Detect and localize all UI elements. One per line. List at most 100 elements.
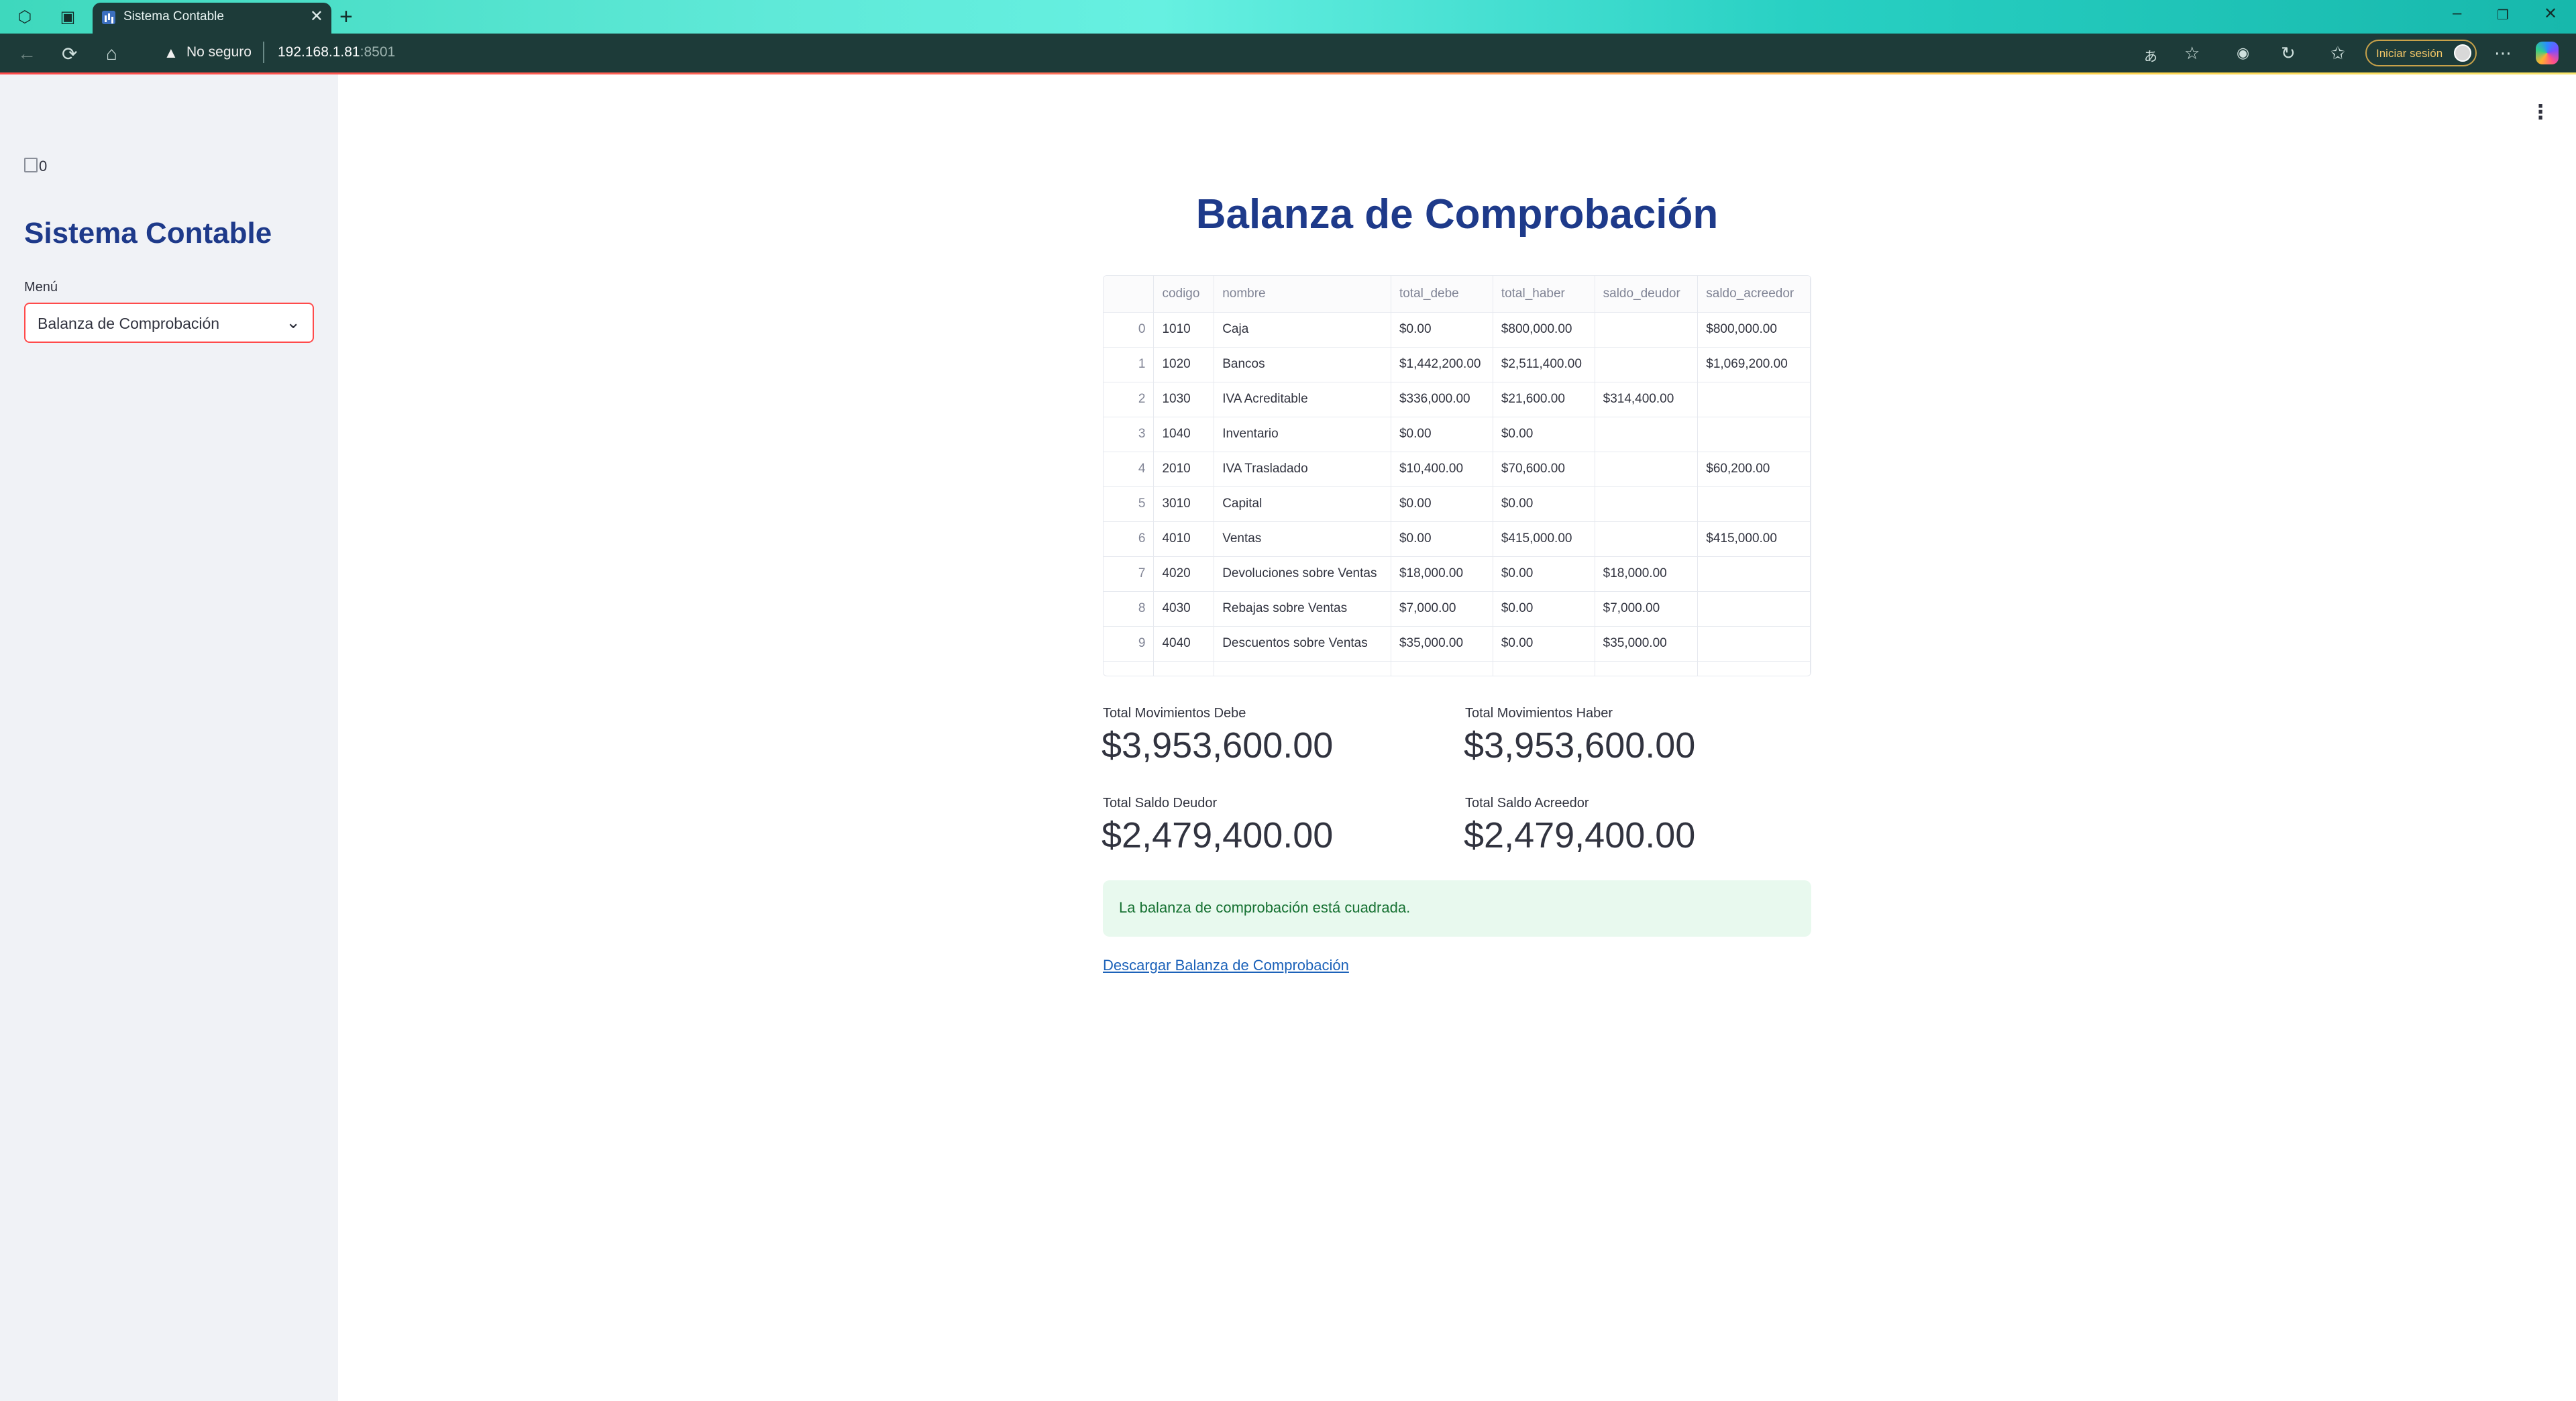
table-cell[interactable]: Inventario [1214,417,1391,452]
table-cell[interactable]: $1,442,200.00 [1391,347,1493,382]
copilot-icon[interactable] [2536,42,2559,64]
table-cell[interactable]: $10,400.00 [1391,452,1493,487]
chevron-down-icon[interactable]: ⌄ [286,312,301,333]
table-cell[interactable]: Descuentos sobre Ventas [1214,626,1391,662]
table-cell[interactable] [1697,591,1811,627]
table-cell[interactable]: IVA Acreditable [1214,382,1391,417]
new-tab-icon[interactable]: + [339,4,353,30]
row-index[interactable]: 7 [1104,556,1155,592]
minimize-icon[interactable]: – [2453,4,2461,23]
translate-icon[interactable]: あ [2144,46,2157,65]
row-index[interactable]: 8 [1104,591,1155,627]
home-icon[interactable]: ⌂ [106,43,117,64]
main-menu-kebab-icon[interactable]: ⋮ [2530,101,2551,124]
column-header[interactable]: total_haber [1493,276,1595,313]
table-cell[interactable]: $0.00 [1391,417,1493,452]
table-cell[interactable]: 1040 [1153,417,1215,452]
table-cell[interactable]: $0.00 [1493,626,1595,662]
table-cell[interactable] [1595,347,1699,382]
table-cell[interactable] [1595,312,1699,348]
favorite-star-icon[interactable]: ☆ [2184,43,2200,64]
table-cell[interactable]: Rebajas sobre Ventas [1214,591,1391,627]
table-cell[interactable]: $21,600.00 [1493,382,1595,417]
table-cell[interactable]: $18,000.00 [1391,556,1493,592]
row-index[interactable]: 9 [1104,626,1155,662]
table-cell[interactable]: IVA Trasladado [1214,452,1391,487]
table-cell[interactable] [1595,486,1699,522]
table-cell[interactable]: Devoluciones sobre Ventas [1214,556,1391,592]
table-cell[interactable] [1595,521,1699,557]
table-cell[interactable] [1697,382,1811,417]
table-cell[interactable]: $60,200.00 [1697,452,1811,487]
close-tab-icon[interactable]: ✕ [310,7,323,26]
table-cell[interactable]: $0.00 [1391,312,1493,348]
table-cell[interactable]: $415,000.00 [1493,521,1595,557]
table-cell[interactable]: $0.00 [1493,486,1595,522]
browser-tab[interactable]: Sistema Contable ✕ [93,3,331,34]
table-cell[interactable]: Capital [1214,486,1391,522]
row-index[interactable]: 3 [1104,417,1155,452]
menu-select[interactable]: Balanza de Comprobación ⌄ [24,303,314,343]
table-cell[interactable] [1697,556,1811,592]
row-index[interactable]: 1 [1104,347,1155,382]
row-index[interactable]: 6 [1104,521,1155,557]
table-cell[interactable]: $800,000.00 [1697,312,1811,348]
table-cell[interactable]: 2010 [1153,452,1215,487]
table-cell[interactable]: $415,000.00 [1697,521,1811,557]
table-cell[interactable]: $336,000.00 [1391,382,1493,417]
table-cell[interactable]: $7,000.00 [1391,591,1493,627]
table-cell[interactable]: $0.00 [1391,486,1493,522]
table-cell[interactable]: $0.00 [1493,591,1595,627]
column-header[interactable]: nombre [1214,276,1391,313]
table-cell[interactable]: 4040 [1153,626,1215,662]
tab-actions-icon[interactable]: ▣ [58,7,78,27]
table-cell[interactable]: $35,000.00 [1595,626,1699,662]
table-cell[interactable]: $314,400.00 [1595,382,1699,417]
back-icon[interactable]: ← [17,43,36,64]
trial-balance-table[interactable]: codigo nombre total_debe total_haber sal… [1103,275,1811,676]
security-label[interactable]: No seguro [186,44,252,60]
favorites-icon[interactable]: ✩ [2330,43,2345,64]
table-cell[interactable]: $1,069,200.00 [1697,347,1811,382]
column-header[interactable]: total_debe [1391,276,1493,313]
table-cell[interactable]: $800,000.00 [1493,312,1595,348]
row-index[interactable]: 0 [1104,312,1155,348]
sign-in-button[interactable]: Iniciar sesión [2365,40,2477,66]
sync-icon[interactable]: ↻ [2281,43,2296,64]
table-cell[interactable] [1595,452,1699,487]
row-index[interactable]: 2 [1104,382,1155,417]
table-cell[interactable]: $70,600.00 [1493,452,1595,487]
table-cell[interactable]: $2,511,400.00 [1493,347,1595,382]
table-cell[interactable]: 4010 [1153,521,1215,557]
workspaces-icon[interactable]: ⬡ [15,7,35,27]
column-header[interactable] [1104,276,1155,313]
window-close-icon[interactable]: ✕ [2544,4,2557,23]
table-cell[interactable]: $0.00 [1493,556,1595,592]
extension-icon[interactable]: ◉ [2237,44,2249,62]
table-cell[interactable]: $7,000.00 [1595,591,1699,627]
table-cell[interactable]: 1010 [1153,312,1215,348]
row-index[interactable]: 5 [1104,486,1155,522]
table-cell[interactable] [1697,626,1811,662]
reload-icon[interactable]: ⟳ [62,43,77,65]
more-options-icon[interactable]: ⋯ [2494,43,2512,64]
table-cell[interactable]: Bancos [1214,347,1391,382]
table-cell[interactable]: $0.00 [1493,417,1595,452]
warning-icon[interactable]: ▲ [164,44,178,62]
table-cell[interactable] [1697,486,1811,522]
table-cell[interactable] [1697,417,1811,452]
table-cell[interactable]: Caja [1214,312,1391,348]
table-cell[interactable]: 4030 [1153,591,1215,627]
table-cell[interactable]: 1030 [1153,382,1215,417]
table-cell[interactable]: 1020 [1153,347,1215,382]
download-link[interactable]: Descargar Balanza de Comprobación [1103,957,1349,974]
restore-icon[interactable]: ❐ [2497,7,2509,23]
table-cell[interactable]: $35,000.00 [1391,626,1493,662]
url-field[interactable]: 192.168.1.81:8501 [278,44,395,60]
column-header[interactable]: saldo_acreedor [1697,276,1811,313]
table-cell[interactable]: $0.00 [1391,521,1493,557]
table-cell[interactable] [1595,417,1699,452]
table-cell[interactable]: 4020 [1153,556,1215,592]
column-header[interactable]: codigo [1153,276,1215,313]
table-cell[interactable]: 3010 [1153,486,1215,522]
